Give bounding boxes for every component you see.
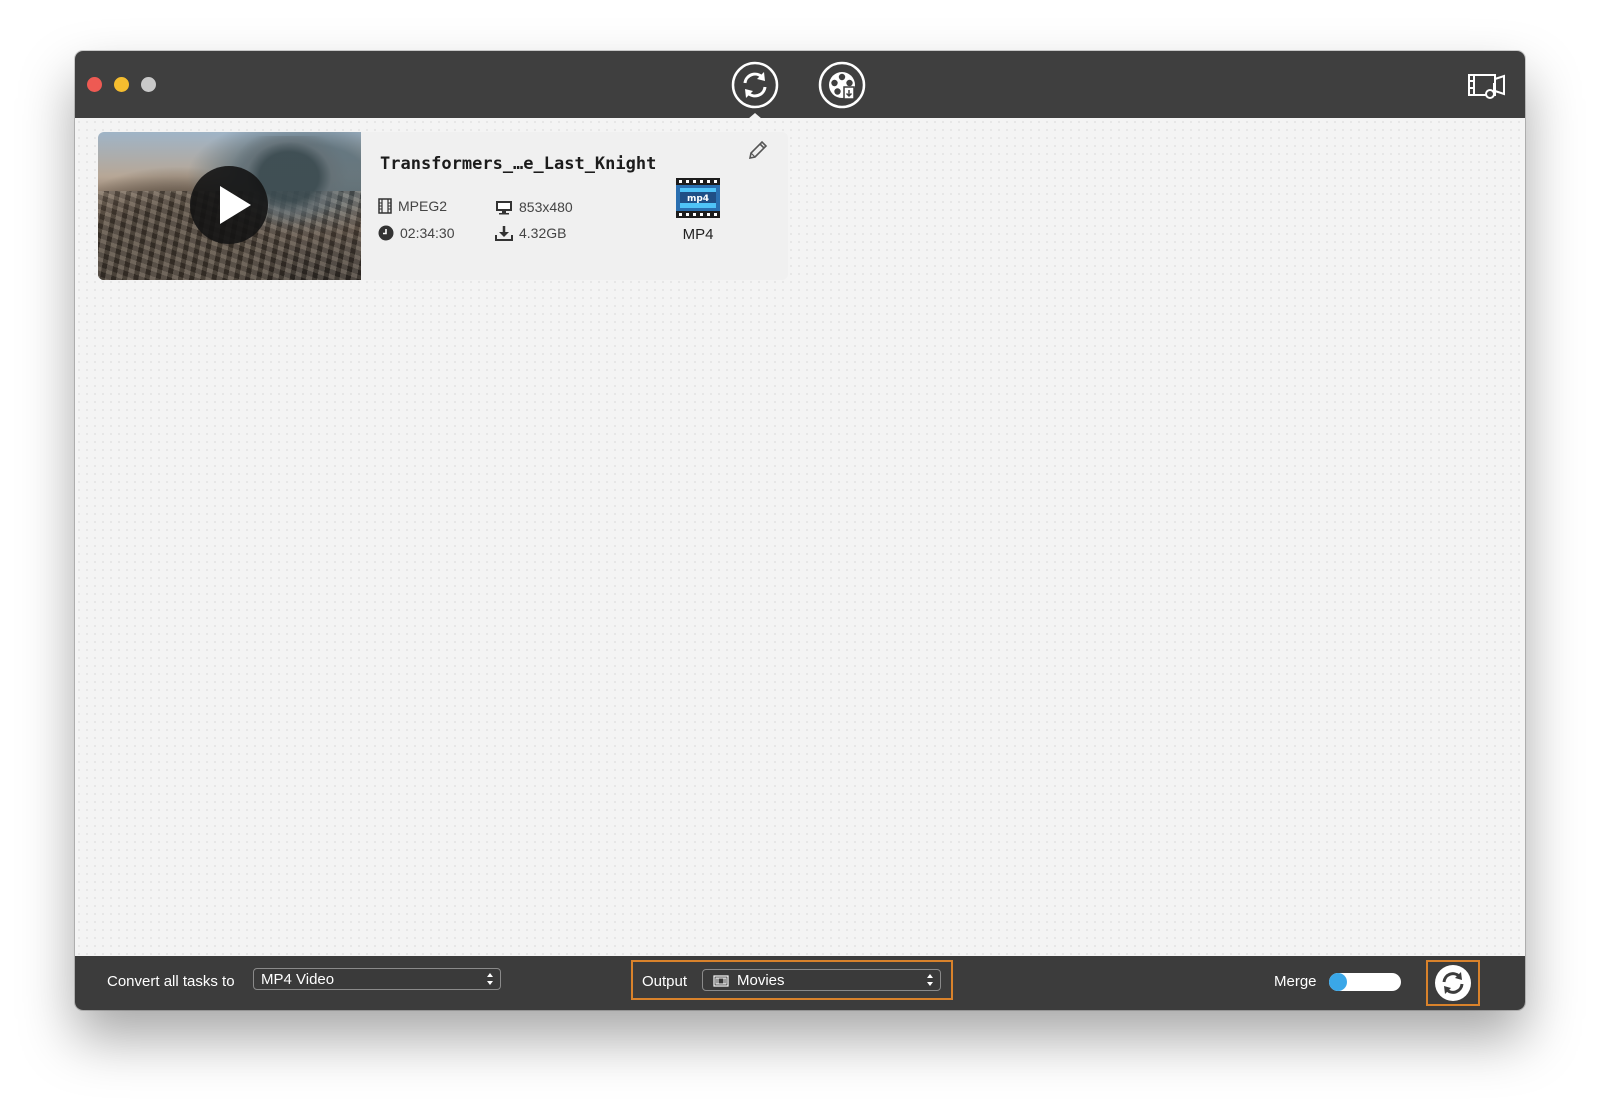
- codec-info: MPEG2: [378, 198, 447, 214]
- video-thumbnail[interactable]: [98, 132, 361, 280]
- tab-media[interactable]: [818, 61, 866, 109]
- convert-all-label: Convert all tasks to: [107, 973, 235, 990]
- merge-toggle-knob: [1329, 973, 1347, 991]
- output-label: Output: [642, 973, 688, 990]
- play-icon[interactable]: [190, 166, 268, 244]
- media-reel-icon: [818, 61, 866, 109]
- output-folder-select[interactable]: Movies: [702, 969, 941, 991]
- target-format-label: MP4: [682, 226, 714, 243]
- select-arrows-icon: [487, 973, 493, 985]
- convert-icon: [1435, 965, 1471, 1001]
- clock-icon: [378, 225, 394, 241]
- size-info: 4.32GB: [495, 225, 566, 241]
- size-text: 4.32GB: [519, 225, 567, 241]
- duration-text: 02:34:30: [400, 225, 455, 241]
- minimize-window-button[interactable]: [114, 77, 129, 92]
- duration-info: 02:34:30: [378, 225, 455, 241]
- task-list-area: Transformers_…e_Last_Knight MPEG2 853x48…: [75, 118, 1525, 956]
- screen-recorder-icon: [1468, 74, 1505, 99]
- screen-recorder-button[interactable]: [1467, 69, 1507, 103]
- output-section: Output Movies: [631, 960, 953, 1000]
- convert-format-select[interactable]: MP4 Video: [253, 968, 501, 990]
- start-convert-button[interactable]: [1426, 960, 1480, 1006]
- select-arrows-icon: [927, 974, 933, 986]
- download-icon: [495, 226, 513, 241]
- convert-format-value: MP4 Video: [261, 971, 335, 988]
- merge-label: Merge: [1274, 973, 1317, 990]
- pencil-icon: [748, 140, 768, 160]
- bottom-toolbar: Convert all tasks to MP4 Video Output Mo…: [75, 956, 1525, 1010]
- edit-button[interactable]: [746, 138, 770, 167]
- resolution-text: 853x480: [519, 199, 573, 215]
- codec-text: MPEG2: [398, 198, 448, 214]
- resolution-info: 853x480: [495, 199, 573, 215]
- merge-toggle[interactable]: [1329, 973, 1401, 991]
- convert-icon: [731, 61, 779, 109]
- zoom-window-button[interactable]: [141, 77, 156, 92]
- task-card[interactable]: Transformers_…e_Last_Knight MPEG2 853x48…: [98, 132, 788, 280]
- tab-convert[interactable]: [731, 61, 779, 109]
- svg-text:mp4: mp4: [687, 194, 709, 204]
- app-window: Transformers_…e_Last_Knight MPEG2 853x48…: [75, 51, 1525, 1010]
- mp4-format-icon: mp4: [676, 178, 720, 218]
- file-name: Transformers_…e_Last_Knight: [380, 154, 657, 174]
- target-format-button[interactable]: mp4 MP4: [674, 176, 722, 243]
- close-window-button[interactable]: [87, 77, 102, 92]
- monitor-icon: [496, 200, 512, 214]
- output-folder-value: Movies: [737, 972, 785, 989]
- folder-icon: [713, 975, 729, 987]
- title-bar: [75, 51, 1525, 119]
- film-icon: [378, 198, 392, 214]
